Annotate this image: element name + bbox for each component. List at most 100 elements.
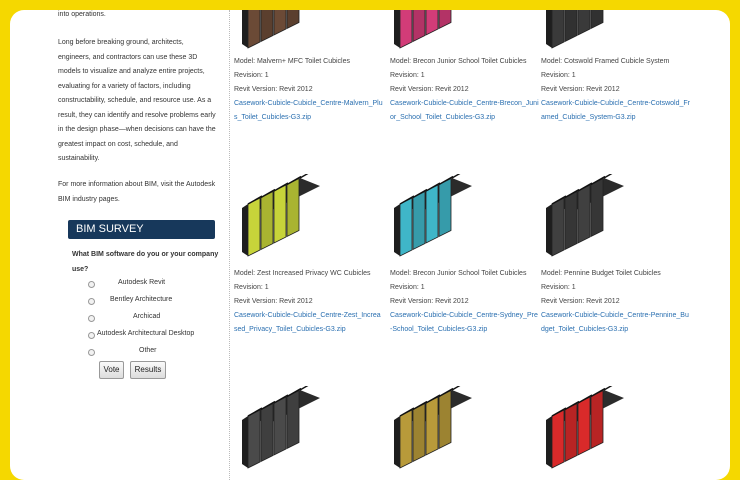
product-thumbnail[interactable] bbox=[386, 10, 476, 52]
radio-icon[interactable] bbox=[88, 332, 95, 339]
product-download-link[interactable]: Casework-Cubicle-Cubicle_Centre-Brecon_J… bbox=[390, 97, 540, 125]
product-revision: Revision: 1 bbox=[234, 284, 269, 291]
product-model: Model: Pennine Budget Toilet Cubicles bbox=[541, 270, 661, 277]
results-button[interactable]: Results bbox=[130, 361, 166, 379]
product-thumbnail[interactable] bbox=[234, 386, 324, 472]
product-download-link[interactable]: Casework-Cubicle-Cubicle_Centre-Cotswold… bbox=[541, 97, 691, 125]
product-thumbnail[interactable] bbox=[386, 174, 476, 260]
product-card: Model: Malvern+ MFC Toilet Cubicles Revi… bbox=[234, 55, 384, 125]
product-download-link[interactable]: Casework-Cubicle-Cubicle_Centre-Malvern_… bbox=[234, 97, 384, 125]
product-revision: Revision: 1 bbox=[390, 72, 425, 79]
cubicle-door bbox=[273, 396, 287, 456]
product-revit-version: Revit Version: Revit 2012 bbox=[390, 86, 469, 93]
survey-option-autodesk-revit[interactable]: Autodesk Revit bbox=[76, 278, 226, 291]
cubicle-door bbox=[399, 409, 413, 469]
product-revision: Revision: 1 bbox=[234, 72, 269, 79]
product-download-link[interactable]: Casework-Cubicle-Cubicle_Centre-Pennine_… bbox=[541, 309, 691, 337]
cubicle-door bbox=[260, 190, 274, 251]
product-revision: Revision: 1 bbox=[541, 72, 576, 79]
product-thumbnail[interactable] bbox=[538, 386, 628, 472]
cubicle-doors bbox=[247, 10, 300, 49]
product-card: Model: Pennine Budget Toilet Cubicles Re… bbox=[541, 267, 691, 337]
cubicle-door bbox=[577, 10, 591, 36]
cubicle-door bbox=[577, 184, 591, 244]
cubicle-door bbox=[564, 190, 578, 251]
cubicle-door bbox=[577, 396, 591, 456]
cubicle-doors bbox=[551, 10, 604, 49]
cubicle-door bbox=[438, 389, 452, 450]
cubicle-door bbox=[425, 184, 439, 244]
product-card: Model: Zest Increased Privacy WC Cubicle… bbox=[234, 267, 384, 337]
cubicle-door bbox=[273, 10, 287, 36]
cubicle-door bbox=[425, 396, 439, 456]
vote-button[interactable]: Vote bbox=[99, 361, 124, 379]
intro-text-tail: into operations. bbox=[58, 11, 106, 18]
cubicle-door bbox=[260, 402, 274, 463]
product-thumbnail[interactable] bbox=[386, 386, 476, 472]
option-label: Autodesk Revit bbox=[118, 279, 166, 286]
cubicle-door bbox=[399, 10, 413, 49]
cubicle-door bbox=[273, 184, 287, 244]
product-thumbnail[interactable] bbox=[538, 10, 628, 52]
cubicle-door bbox=[590, 10, 604, 30]
product-card: Model: Cotswold Framed Cubicle System Re… bbox=[541, 55, 691, 125]
option-label: Archicad bbox=[133, 313, 161, 320]
option-label: Autodesk Architectural Desktop bbox=[97, 330, 195, 337]
cubicle-door bbox=[438, 177, 452, 238]
cubicle-door bbox=[425, 10, 439, 36]
cubicle-door bbox=[590, 177, 604, 238]
survey-option-other[interactable]: Other bbox=[76, 346, 226, 359]
product-revit-version: Revit Version: Revit 2012 bbox=[234, 86, 313, 93]
cubicle-door bbox=[247, 197, 261, 257]
cubicle-door bbox=[412, 10, 426, 43]
survey-option-adt[interactable]: Autodesk Architectural Desktop bbox=[76, 329, 226, 342]
cubicle-door bbox=[412, 402, 426, 463]
cubicle-doors bbox=[399, 10, 452, 49]
product-download-link[interactable]: Casework-Cubicle-Cubicle_Centre-Sydney_P… bbox=[390, 309, 540, 337]
product-revit-version: Revit Version: Revit 2012 bbox=[390, 298, 469, 305]
column-divider bbox=[229, 10, 230, 480]
cubicle-door bbox=[551, 409, 565, 469]
radio-icon[interactable] bbox=[88, 281, 95, 288]
product-card: Model: Brecon Junior School Toilet Cubic… bbox=[390, 267, 540, 337]
product-revit-version: Revit Version: Revit 2012 bbox=[541, 86, 620, 93]
product-model: Model: Cotswold Framed Cubicle System bbox=[541, 58, 670, 65]
product-thumbnail[interactable] bbox=[234, 10, 324, 52]
product-revit-version: Revit Version: Revit 2012 bbox=[234, 298, 313, 305]
option-label: Bentley Architecture bbox=[110, 296, 173, 303]
bim-description: Long before breaking ground, architects,… bbox=[58, 39, 216, 162]
survey-question: What BIM software do you or your company… bbox=[72, 251, 219, 273]
cubicle-door bbox=[551, 197, 565, 257]
product-revision: Revision: 1 bbox=[390, 284, 425, 291]
cubicle-door bbox=[412, 190, 426, 251]
product-model: Model: Zest Increased Privacy WC Cubicle… bbox=[234, 270, 371, 277]
product-thumbnail[interactable] bbox=[234, 174, 324, 260]
product-download-link[interactable]: Casework-Cubicle-Cubicle_Centre-Zest_Inc… bbox=[234, 309, 384, 337]
product-model: Model: Malvern+ MFC Toilet Cubicles bbox=[234, 58, 350, 65]
page-frame: into operations. Long before breaking gr… bbox=[10, 10, 730, 480]
survey-title: BIM SURVEY bbox=[68, 220, 215, 239]
cubicle-door bbox=[286, 389, 300, 450]
survey-option-archicad[interactable]: Archicad bbox=[76, 312, 226, 325]
survey-option-bentley[interactable]: Bentley Architecture bbox=[76, 295, 226, 308]
cubicle-door bbox=[438, 10, 452, 30]
product-revision: Revision: 1 bbox=[541, 284, 576, 291]
radio-icon[interactable] bbox=[88, 315, 95, 322]
cubicle-door bbox=[286, 10, 300, 30]
product-revit-version: Revit Version: Revit 2012 bbox=[541, 298, 620, 305]
cubicle-door bbox=[399, 197, 413, 257]
option-label: Other bbox=[139, 347, 157, 354]
cubicle-door bbox=[590, 389, 604, 450]
product-thumbnail[interactable] bbox=[538, 174, 628, 260]
cubicle-door bbox=[247, 409, 261, 469]
cubicle-door bbox=[551, 10, 565, 49]
product-model: Model: Brecon Junior School Toilet Cubic… bbox=[390, 270, 527, 277]
cubicle-door bbox=[247, 10, 261, 49]
radio-icon[interactable] bbox=[88, 298, 95, 305]
product-model: Model: Brecon Junior School Toilet Cubic… bbox=[390, 58, 527, 65]
bim-info-text: For more information about BIM, visit th… bbox=[58, 181, 216, 203]
cubicle-door bbox=[260, 10, 274, 43]
cubicle-door bbox=[286, 177, 300, 238]
radio-icon[interactable] bbox=[88, 349, 95, 356]
product-card: Model: Brecon Junior School Toilet Cubic… bbox=[390, 55, 540, 125]
